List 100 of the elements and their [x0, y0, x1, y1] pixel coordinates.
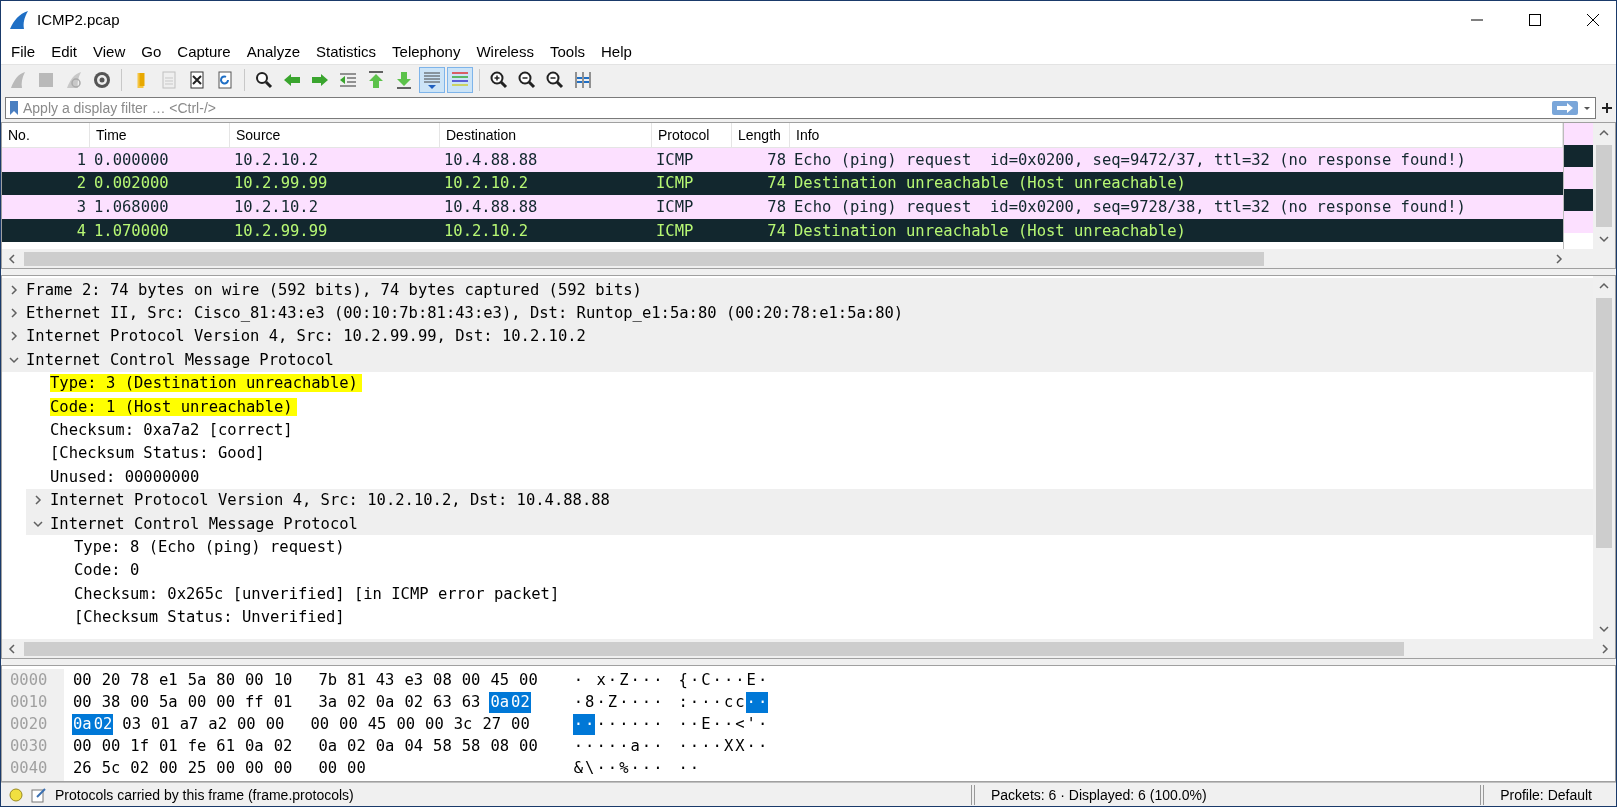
scroll-down-icon[interactable] [1598, 233, 1610, 245]
hex-byte[interactable]: 0a [244, 735, 265, 757]
ascii-char[interactable]: : [677, 691, 689, 713]
hex-byte[interactable]: 00 [244, 757, 265, 779]
hex-byte[interactable]: 00 [236, 713, 257, 735]
column-header[interactable]: Length [732, 123, 790, 147]
hex-byte[interactable]: 58 [432, 735, 453, 757]
ascii-char[interactable]: C [700, 669, 712, 691]
hex-byte[interactable]: 01 [158, 735, 179, 757]
ascii-char[interactable]: E [745, 669, 757, 691]
column-header[interactable]: Destination [440, 123, 652, 147]
vertical-scrollbar[interactable] [1593, 123, 1615, 249]
ascii-char[interactable]: · [584, 735, 596, 757]
ascii-char[interactable]: · [700, 691, 712, 713]
ascii-char[interactable]: & [572, 757, 585, 779]
hex-byte[interactable]: 00 [72, 691, 93, 713]
ascii-char[interactable]: · [618, 691, 630, 713]
ascii-char[interactable]: · [745, 735, 757, 757]
ascii-char[interactable]: · [606, 735, 619, 757]
ascii-char[interactable]: · [640, 691, 653, 713]
hex-byte[interactable]: 00 [186, 691, 208, 713]
hex-byte[interactable]: 20 [100, 669, 122, 691]
hex-byte[interactable]: 63 [460, 691, 482, 713]
hex-byte[interactable]: 00 [395, 713, 417, 735]
ascii-char[interactable]: · [677, 713, 689, 735]
ascii-char[interactable]: · [688, 735, 701, 757]
bookmark-icon[interactable] [9, 100, 19, 116]
ascii-char[interactable]: · [606, 713, 619, 735]
ascii-char[interactable]: · [640, 757, 653, 779]
ascii-char[interactable]: · [711, 735, 723, 757]
hex-byte[interactable]: 78 [129, 669, 150, 691]
hex-byte[interactable]: 08 [489, 735, 511, 757]
ascii-char[interactable]: · [572, 735, 585, 757]
ascii-char[interactable]: · [629, 691, 641, 713]
ascii-char[interactable]: · [584, 713, 596, 735]
tree-item[interactable]: Code: 1 (Host unreachable) [50, 397, 297, 416]
hex-byte[interactable]: 58 [460, 735, 482, 757]
ascii-char[interactable]: · [745, 691, 757, 713]
ascii-char[interactable]: · [756, 669, 769, 691]
ascii-char[interactable]: · [652, 735, 664, 757]
hex-byte[interactable]: 27 [481, 713, 503, 735]
ascii-char[interactable]: a [629, 735, 641, 757]
hex-byte[interactable]: fe [186, 735, 208, 757]
ascii-char[interactable]: · [677, 735, 689, 757]
hex-byte[interactable]: 00 [424, 713, 445, 735]
ascii-char[interactable]: · [688, 691, 701, 713]
hex-byte[interactable]: 00 [72, 669, 93, 691]
hex-byte[interactable]: 45 [489, 669, 511, 691]
hex-byte[interactable]: 5a [186, 669, 208, 691]
tree-item[interactable]: Unused: 00000000 [50, 467, 200, 486]
scroll-left-icon[interactable] [6, 642, 18, 655]
hex-byte[interactable]: 43 [374, 669, 396, 691]
ascii-char[interactable]: E [700, 713, 712, 735]
ascii-char[interactable]: · [572, 669, 585, 691]
hex-byte[interactable]: 26 [72, 757, 93, 779]
tree-item[interactable]: Checksum: 0x265c [unverified] [in ICMP error packet] [74, 584, 560, 603]
ascii-char[interactable]: · [722, 713, 735, 735]
menu-item[interactable]: Capture [169, 40, 239, 62]
display-filter-bar[interactable]: Apply a display filter … <Ctrl-/> [5, 97, 1596, 119]
ascii-char[interactable]: c [734, 691, 746, 713]
scroll-down-icon[interactable] [1598, 623, 1610, 635]
ascii-char[interactable]: · [688, 713, 701, 735]
tree-item[interactable]: Code: 0 [74, 561, 140, 580]
hex-byte[interactable]: 0a [489, 691, 511, 713]
hex-byte[interactable]: 81 [346, 669, 367, 691]
expand-icon[interactable] [8, 330, 20, 343]
column-header[interactable]: Protocol [652, 123, 732, 147]
hex-byte[interactable]: 45 [366, 713, 388, 735]
hex-byte[interactable]: 5a [158, 691, 179, 713]
hex-byte[interactable]: 02 [272, 735, 294, 757]
hex-byte[interactable]: 03 [121, 713, 142, 735]
ascii-char[interactable]: · [756, 713, 769, 735]
ascii-char[interactable]: · [711, 669, 723, 691]
hex-byte[interactable]: 08 [432, 669, 453, 691]
tree-item[interactable]: [Checksum Status: Good] [50, 444, 265, 463]
ascii-char[interactable]: · [652, 713, 664, 735]
hex-byte[interactable]: 00 [158, 757, 179, 779]
packet-row[interactable]: 3 1.068000 10.2.10.2 10.4.88.88 ICMP 78 Echo (ping) request id=0x0200, seq=9728/38, ttl=32 (no response found!) [2, 195, 1563, 219]
hex-byte[interactable]: 01 [150, 713, 171, 735]
ascii-char[interactable]: · [711, 691, 723, 713]
hex-byte[interactable]: 00 [460, 669, 482, 691]
hex-byte[interactable]: 10 [272, 669, 294, 691]
horizontal-scrollbar[interactable] [2, 639, 1615, 658]
menu-item[interactable]: Edit [43, 40, 86, 62]
hex-byte[interactable]: 00 [244, 669, 265, 691]
menu-item[interactable]: Analyze [238, 40, 309, 62]
ascii-char[interactable]: · [756, 735, 769, 757]
hex-byte[interactable]: 0a [374, 735, 396, 757]
column-header[interactable]: No. [2, 123, 90, 147]
hex-byte[interactable]: 38 [100, 691, 122, 713]
ascii-char[interactable]: · [606, 669, 619, 691]
menu-item[interactable]: Help [593, 40, 640, 62]
hex-byte[interactable]: 02 [346, 735, 367, 757]
hex-byte[interactable]: 02 [510, 691, 531, 713]
menu-item[interactable]: Statistics [308, 40, 385, 62]
hex-byte[interactable]: 00 [215, 691, 237, 713]
hex-byte[interactable]: a7 [178, 713, 200, 735]
ascii-char[interactable]: Z [618, 669, 630, 691]
hex-byte[interactable]: 3a [317, 691, 339, 713]
hex-byte[interactable]: ff [244, 691, 265, 713]
